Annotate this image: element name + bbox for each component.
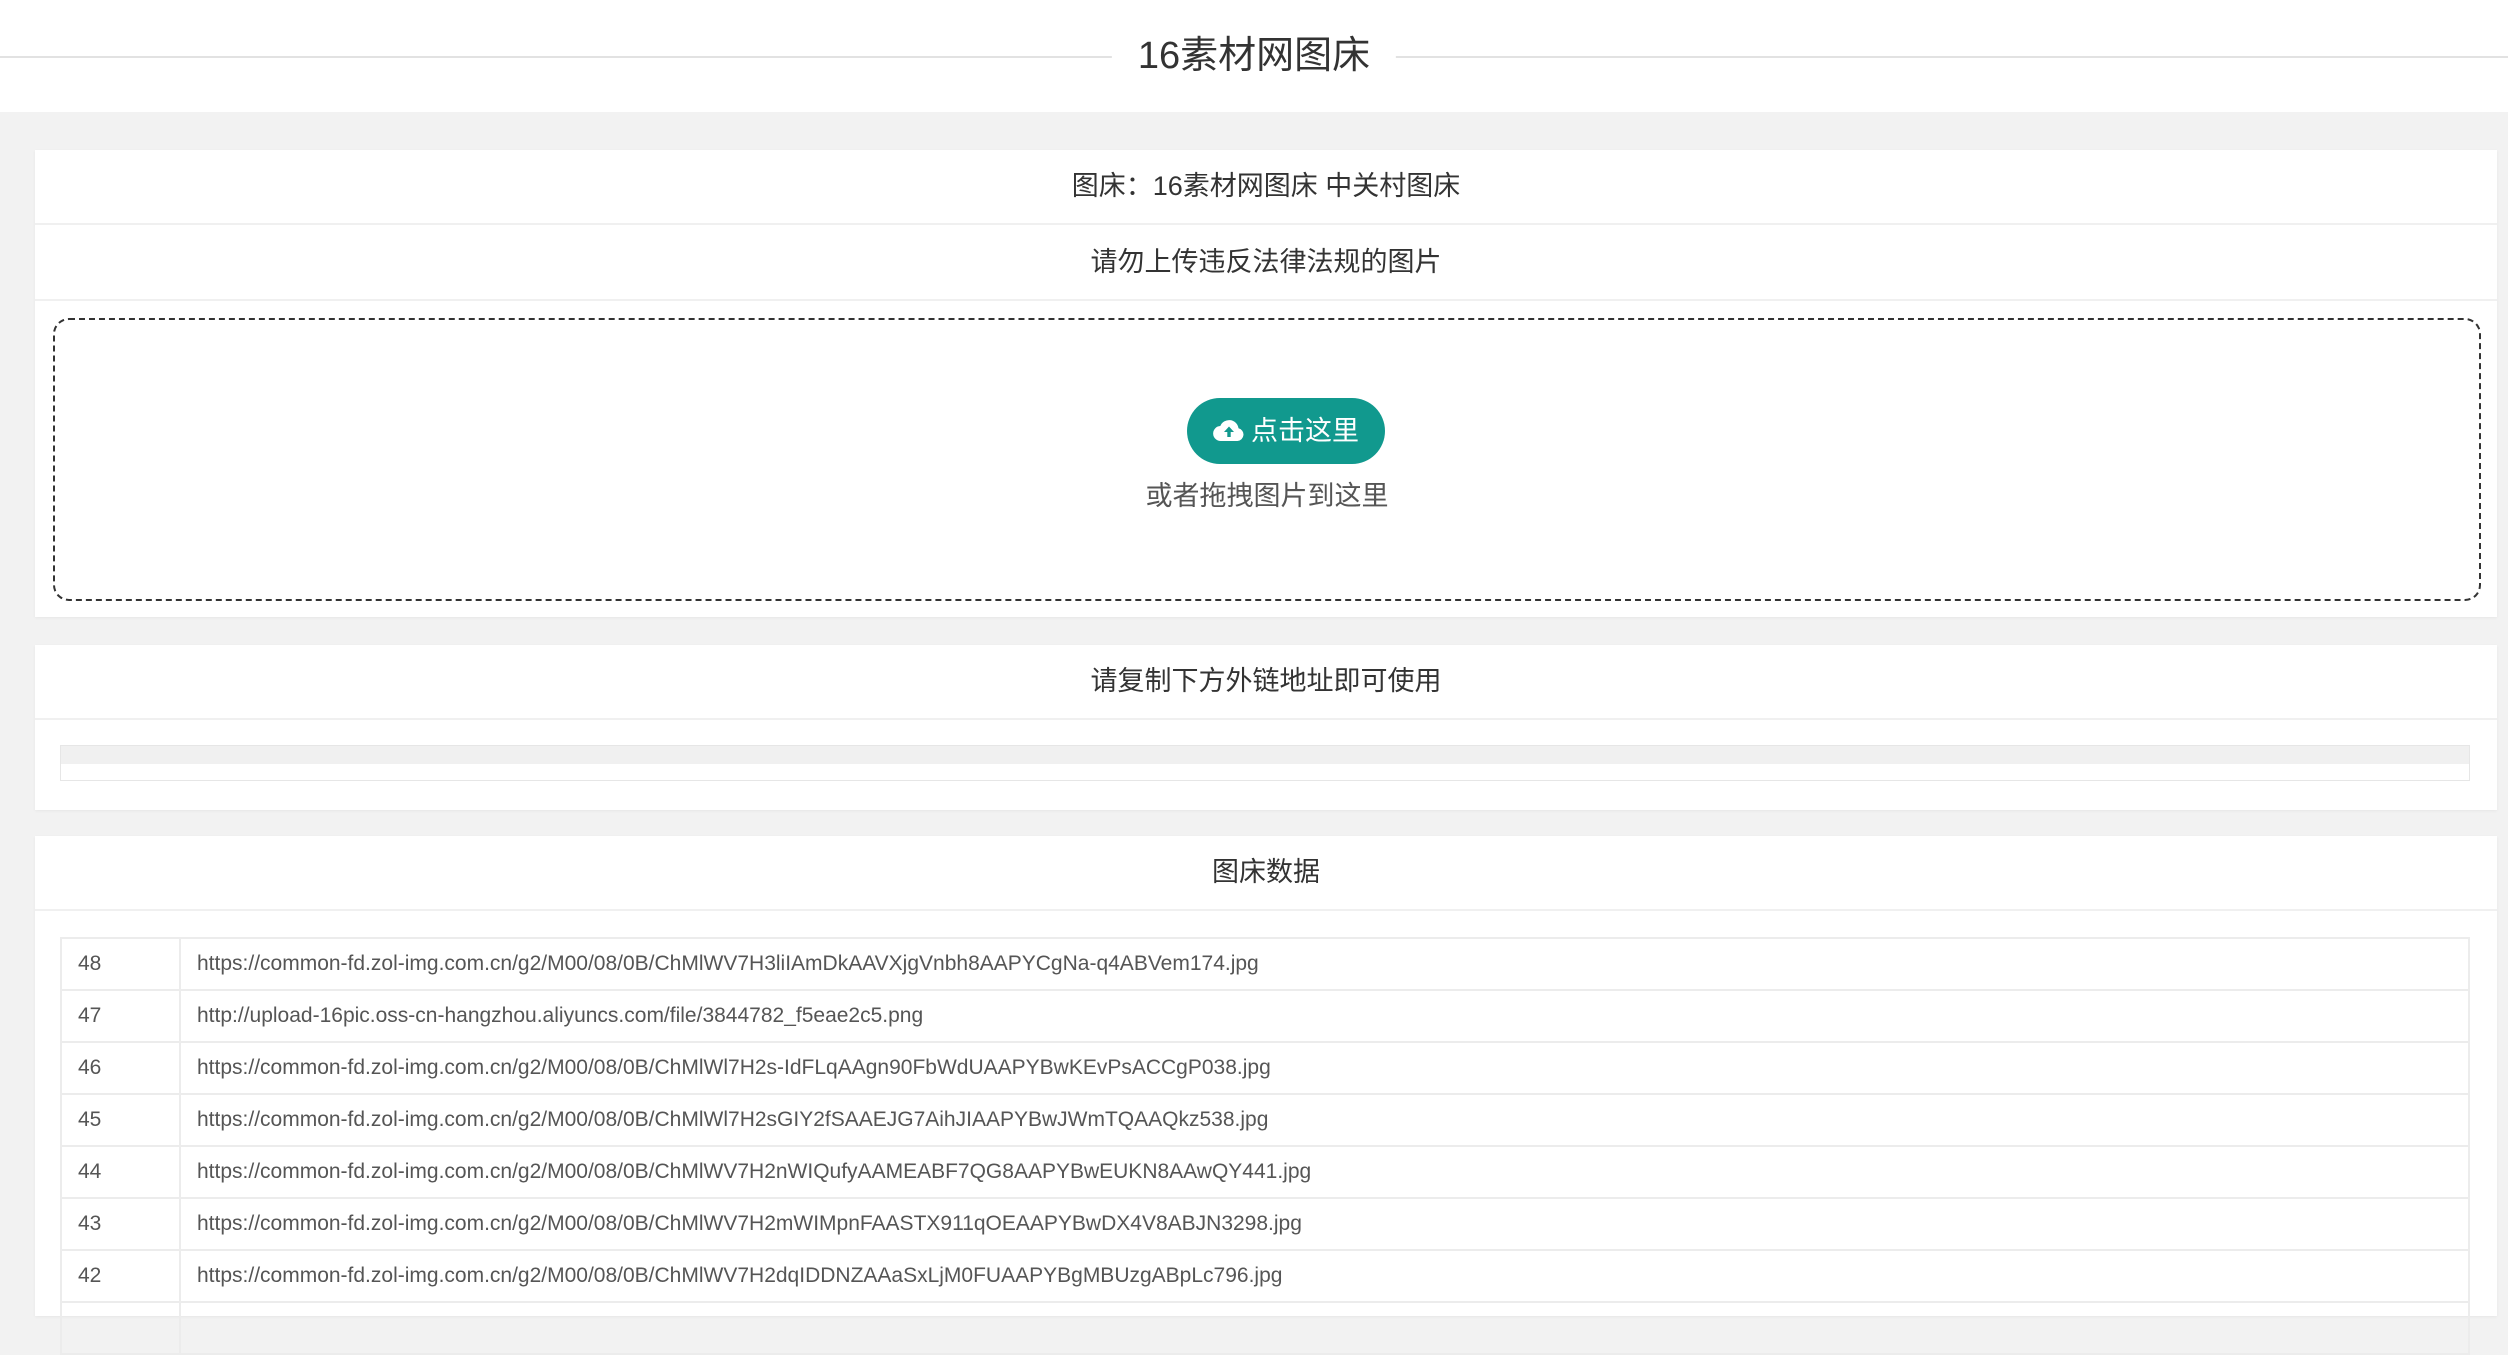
row-url[interactable]: https://common-fd.zol-img.com.cn/g2/M00/… [179,1249,2470,1303]
drop-zone[interactable]: 点击这里 或者拖拽图片到这里 [53,318,2481,601]
row-id: 43 [60,1197,181,1251]
site-header: 16素材网图床 [0,0,2508,112]
row-url[interactable] [179,1301,2470,1355]
table-row: 42 https://common-fd.zol-img.com.cn/g2/M… [60,1249,2470,1303]
table-row: 47 http://upload-16pic.oss-cn-hangzhou.a… [60,989,2470,1043]
cloud-upload-icon [1213,420,1244,442]
row-url[interactable]: https://common-fd.zol-img.com.cn/g2/M00/… [179,937,2470,991]
page-title: 16素材网图床 [1111,28,1397,84]
row-url[interactable]: http://upload-16pic.oss-cn-hangzhou.aliy… [179,989,2470,1043]
upload-button[interactable]: 点击这里 [1187,398,1385,464]
row-id [60,1301,181,1355]
upload-card: 图床：16素材网图床 中关村图床 请勿上传违反法律法规的图片 点击这里 或者拖拽… [35,150,2497,617]
row-id: 45 [60,1093,181,1147]
table-row: 46 https://common-fd.zol-img.com.cn/g2/M… [60,1041,2470,1095]
row-url[interactable]: https://common-fd.zol-img.com.cn/g2/M00/… [179,1145,2470,1199]
row-id: 47 [60,989,181,1043]
table-row: 44 https://common-fd.zol-img.com.cn/g2/M… [60,1145,2470,1199]
link-output-field[interactable] [60,745,2470,781]
row-url[interactable]: https://common-fd.zol-img.com.cn/g2/M00/… [179,1093,2470,1147]
table-row: 48 https://common-fd.zol-img.com.cn/g2/M… [60,937,2470,991]
table-row: 45 https://common-fd.zol-img.com.cn/g2/M… [60,1093,2470,1147]
row-id: 44 [60,1145,181,1199]
data-card: 图床数据 48 https://common-fd.zol-img.com.cn… [35,836,2497,1355]
drop-hint: 或者拖拽图片到这里 [1145,481,1389,511]
row-id: 48 [60,937,181,991]
row-url[interactable]: https://common-fd.zol-img.com.cn/g2/M00/… [179,1197,2470,1251]
link-card: 请复制下方外链地址即可使用 [35,645,2497,810]
row-id: 46 [60,1041,181,1095]
image-bed-label: 图床：16素材网图床 中关村图床 [35,150,2497,225]
link-output-bar [61,746,2469,764]
upload-button-label: 点击这里 [1251,416,1359,446]
upload-notice: 请勿上传违反法律法规的图片 [35,225,2497,301]
table-row: 43 https://common-fd.zol-img.com.cn/g2/M… [60,1197,2470,1251]
link-card-title: 请复制下方外链地址即可使用 [35,645,2497,720]
image-data-table: 48 https://common-fd.zol-img.com.cn/g2/M… [60,937,2470,1355]
row-url[interactable]: https://common-fd.zol-img.com.cn/g2/M00/… [179,1041,2470,1095]
data-card-title: 图床数据 [35,836,2497,911]
row-id: 42 [60,1249,181,1303]
table-row [60,1301,2470,1355]
